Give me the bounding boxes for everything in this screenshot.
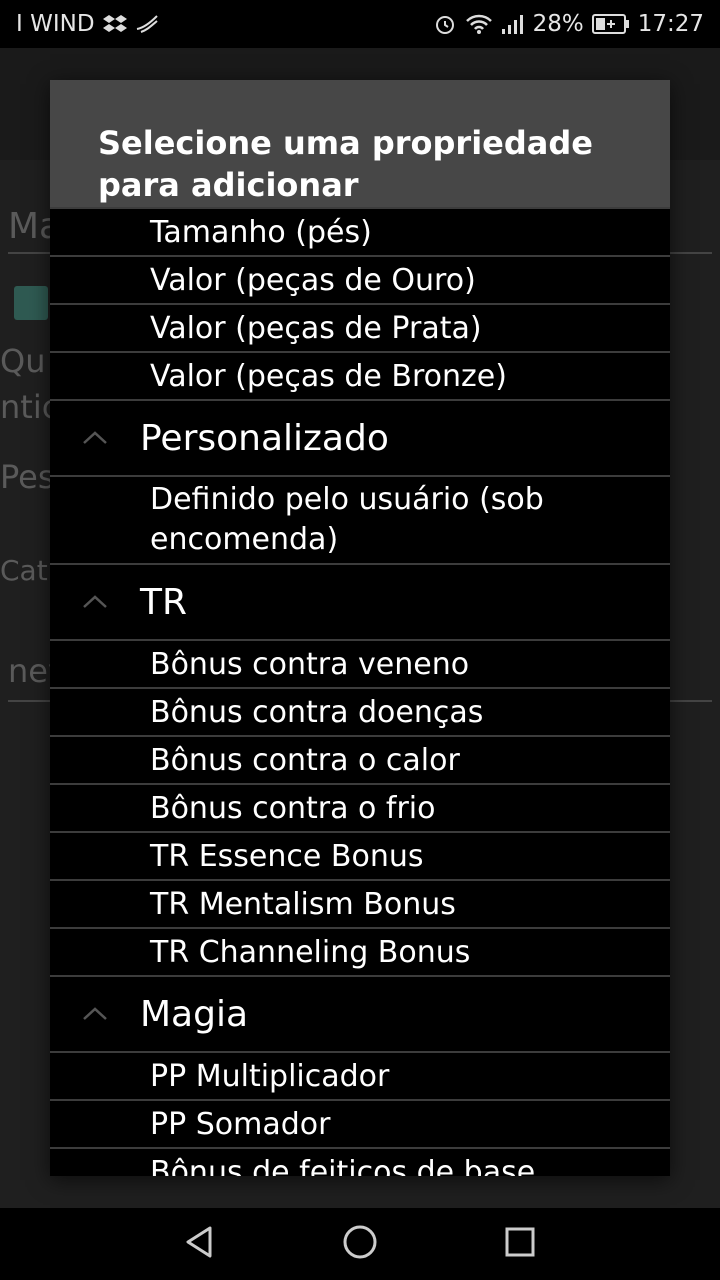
clock: 17:27 bbox=[637, 11, 704, 37]
group-label: Personalizado bbox=[140, 417, 389, 459]
list-item[interactable]: Definido pelo usuário (sob encomenda) bbox=[50, 475, 670, 563]
chevron-up-icon bbox=[50, 594, 140, 610]
list-item[interactable]: Tamanho (pés) bbox=[50, 207, 670, 255]
group-header[interactable]: Magia bbox=[50, 975, 670, 1051]
list-item[interactable]: Bônus contra o frio bbox=[50, 783, 670, 831]
group-label: Magia bbox=[140, 993, 249, 1035]
alarm-icon bbox=[433, 12, 457, 36]
list-item-label: Bônus contra veneno bbox=[150, 646, 470, 682]
list-item-label: Bônus contra doenças bbox=[150, 694, 484, 730]
back-icon[interactable] bbox=[182, 1224, 218, 1264]
signal-icon bbox=[501, 13, 525, 35]
list-item[interactable]: TR Channeling Bonus bbox=[50, 927, 670, 975]
dialog-header: Selecione uma propriedade para adicionar bbox=[50, 80, 670, 207]
battery-icon bbox=[591, 13, 630, 35]
battery-percent: 28% bbox=[532, 11, 584, 37]
list-item[interactable]: Valor (peças de Bronze) bbox=[50, 351, 670, 399]
group-label: TR bbox=[140, 581, 188, 623]
list-item[interactable]: PP Multiplicador bbox=[50, 1051, 670, 1099]
carrier-label: I WIND bbox=[16, 11, 95, 37]
list-item-label: Valor (peças de Prata) bbox=[150, 310, 482, 346]
dialog-title: Selecione uma propriedade para adicionar bbox=[98, 124, 593, 204]
status-bar: I WIND 28% 17:27 bbox=[0, 0, 720, 48]
list-item[interactable]: PP Somador bbox=[50, 1099, 670, 1147]
list-item[interactable]: Bônus de feitiços de base bbox=[50, 1147, 670, 1176]
list-item[interactable]: Bônus contra doenças bbox=[50, 687, 670, 735]
group-header[interactable]: TR bbox=[50, 563, 670, 639]
list-item-label: PP Multiplicador bbox=[150, 1058, 390, 1094]
property-dialog: Selecione uma propriedade para adicionar… bbox=[50, 80, 670, 1176]
background-label-cat: Cat bbox=[0, 554, 48, 587]
list-item[interactable]: Valor (peças de Ouro) bbox=[50, 255, 670, 303]
home-icon[interactable] bbox=[342, 1224, 378, 1264]
navigation-bar bbox=[0, 1208, 720, 1280]
list-item[interactable]: TR Mentalism Bonus bbox=[50, 879, 670, 927]
list-item[interactable]: TR Essence Bonus bbox=[50, 831, 670, 879]
property-list[interactable]: Tamanho (pés) Valor (peças de Ouro) Valor … bbox=[50, 207, 670, 1176]
wind-icon bbox=[135, 14, 159, 34]
list-item[interactable]: Valor (peças de Prata) bbox=[50, 303, 670, 351]
list-item-label: Tamanho (pés) bbox=[150, 214, 372, 250]
background-label-qu: Qu bbox=[0, 342, 46, 380]
list-item-label: TR Channeling Bonus bbox=[150, 934, 471, 970]
list-item[interactable]: Bônus contra veneno bbox=[50, 639, 670, 687]
list-item-label: Valor (peças de Ouro) bbox=[150, 262, 476, 298]
chevron-up-icon bbox=[50, 1006, 140, 1022]
list-item-label: PP Somador bbox=[150, 1106, 331, 1142]
chevron-up-icon bbox=[50, 430, 140, 446]
list-item[interactable]: Bônus contra o calor bbox=[50, 735, 670, 783]
list-item-label: Valor (peças de Bronze) bbox=[150, 358, 507, 394]
group-header[interactable]: Personalizado bbox=[50, 399, 670, 475]
background-label-pes: Pes bbox=[0, 458, 55, 496]
dropbox-icon bbox=[102, 14, 127, 34]
list-item-label: Definido pelo usuário (sob encomenda) bbox=[150, 482, 544, 557]
background-checkbox bbox=[14, 286, 48, 320]
list-item-label: Bônus contra o calor bbox=[150, 742, 460, 778]
list-item-label: Bônus de feitiços de base bbox=[150, 1154, 536, 1177]
list-item-label: TR Essence Bonus bbox=[150, 838, 424, 874]
list-item-label: Bônus contra o frio bbox=[150, 790, 436, 826]
list-item-label: TR Mentalism Bonus bbox=[150, 886, 456, 922]
recents-icon[interactable] bbox=[502, 1224, 538, 1264]
wifi-icon bbox=[465, 13, 493, 35]
